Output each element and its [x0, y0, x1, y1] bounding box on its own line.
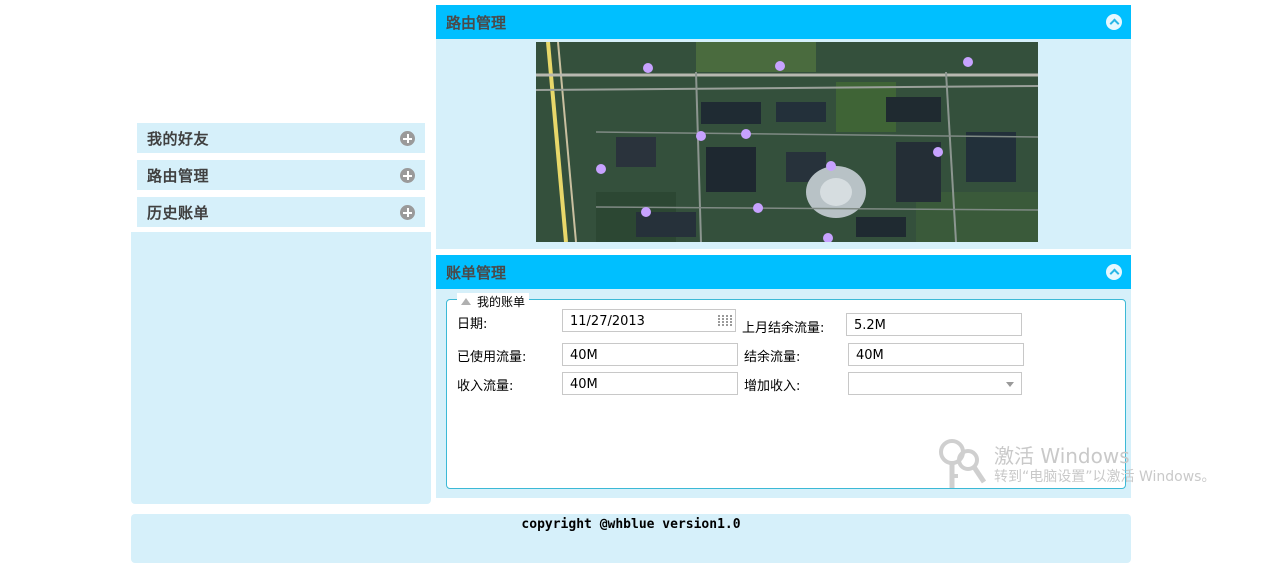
plus-icon[interactable]: [400, 131, 415, 146]
add-income-select[interactable]: [848, 372, 1022, 395]
sidebar-nav: 我的好友 路由管理 历史账单: [131, 120, 431, 232]
last-month-label: 上月结余流量:: [742, 321, 825, 336]
balance-field[interactable]: 40M: [848, 343, 1024, 366]
add-income-label: 增加收入:: [744, 379, 801, 394]
key-icon: [939, 439, 987, 488]
sidebar-item-friends[interactable]: 我的好友: [136, 122, 426, 154]
income-value: 40M: [570, 377, 598, 392]
date-value: 11/27/2013: [570, 314, 645, 329]
used-field[interactable]: 40M: [562, 343, 738, 366]
route-panel: 路由管理: [436, 5, 1131, 249]
panel-title: 路由管理: [446, 13, 507, 32]
used-label: 已使用流量:: [457, 350, 527, 365]
watermark-subtitle: 转到“电脑设置”以激活 Windows。: [994, 469, 1216, 485]
balance-value: 40M: [856, 348, 884, 363]
income-label: 收入流量:: [457, 379, 514, 394]
last-month-field[interactable]: 5.2M: [846, 313, 1022, 336]
chevron-down-icon[interactable]: [1006, 382, 1014, 387]
watermark-title: 激活 Windows: [994, 444, 1130, 468]
satellite-map-image: [536, 42, 1038, 242]
footer: copyright @whblue version1.0: [131, 514, 1131, 563]
panel-title: 账单管理: [446, 263, 507, 282]
balance-label: 结余流量:: [744, 350, 801, 365]
collapse-triangle-icon[interactable]: [461, 298, 471, 305]
sidebar-item-label: 历史账单: [147, 203, 210, 222]
last-month-value: 5.2M: [854, 318, 886, 333]
collapse-icon[interactable]: [1106, 264, 1122, 280]
income-field[interactable]: 40M: [562, 372, 738, 395]
sidebar-item-label: 我的好友: [147, 129, 210, 148]
date-label: 日期:: [457, 317, 488, 332]
satellite-map[interactable]: [536, 42, 1038, 242]
date-field[interactable]: 11/27/2013: [562, 309, 736, 332]
legend-label: 我的账单: [477, 295, 526, 309]
bill-panel-header: 账单管理: [436, 255, 1131, 289]
sidebar-item-history[interactable]: 历史账单: [136, 196, 426, 228]
route-panel-header: 路由管理: [436, 5, 1131, 39]
sidebar-item-route[interactable]: 路由管理: [136, 159, 426, 191]
calendar-icon[interactable]: [718, 314, 732, 327]
collapse-icon[interactable]: [1106, 14, 1122, 30]
windows-watermark: 激活 Windows 转到“电脑设置”以激活 Windows。: [938, 438, 1238, 494]
bill-legend[interactable]: 我的账单: [457, 293, 530, 310]
used-value: 40M: [570, 348, 598, 363]
plus-icon[interactable]: [400, 168, 415, 183]
plus-icon[interactable]: [400, 205, 415, 220]
copyright-text: copyright @whblue version1.0: [521, 517, 741, 532]
sidebar-item-label: 路由管理: [147, 166, 210, 185]
